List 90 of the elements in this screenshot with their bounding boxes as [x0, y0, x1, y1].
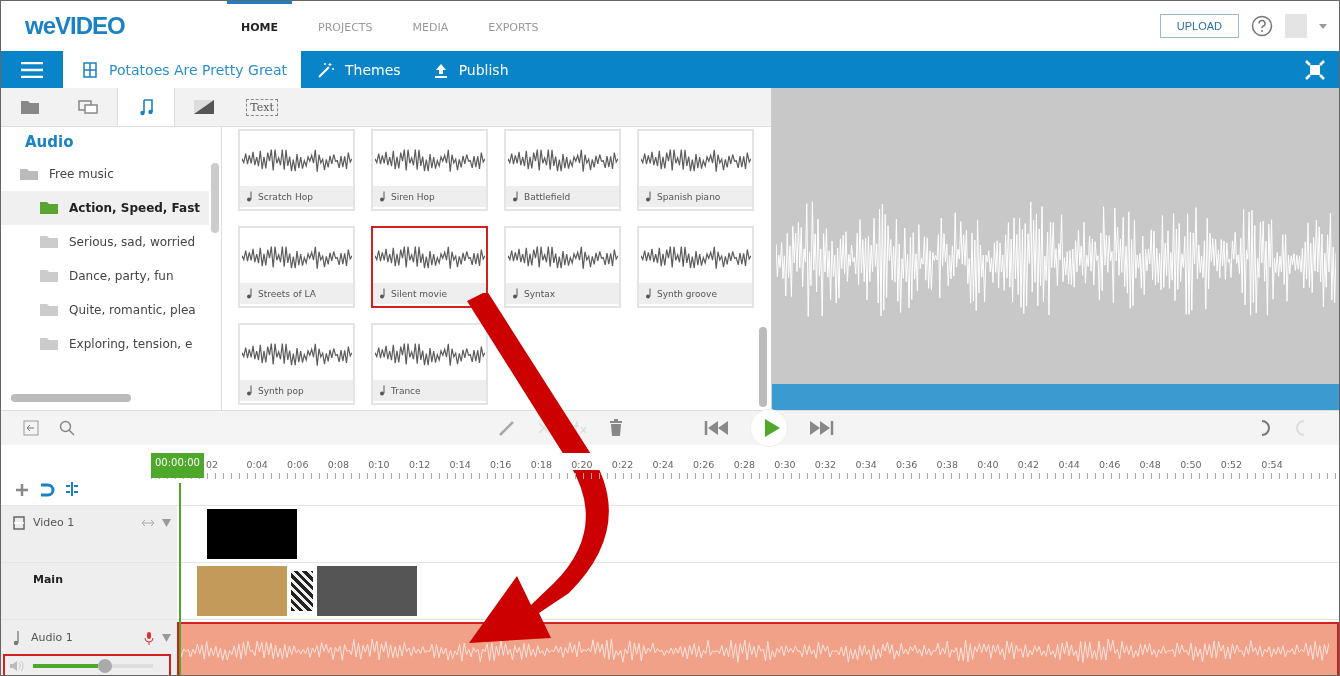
speaker-icon[interactable] — [9, 660, 25, 672]
tree-item[interactable]: Dance, party, fun — [1, 259, 209, 293]
track-title: Silent movie — [373, 283, 486, 304]
volume-fill — [33, 664, 98, 668]
music-card[interactable]: Silent movie — [371, 226, 488, 308]
transition-icon — [193, 99, 215, 115]
caret-icon[interactable] — [162, 634, 171, 642]
split-icon[interactable] — [65, 481, 79, 497]
publish-button[interactable]: Publish — [416, 61, 525, 78]
music-note-icon — [246, 191, 253, 202]
media-tab[interactable] — [117, 88, 175, 126]
music-card[interactable]: Streets of LA — [238, 226, 355, 308]
magnet-icon[interactable] — [39, 483, 55, 497]
windows-icon — [78, 99, 98, 115]
track-title: Spanish piano — [639, 186, 752, 207]
magic-wand-icon — [317, 61, 336, 78]
skip-back-icon[interactable] — [704, 420, 730, 436]
image-clip[interactable] — [197, 566, 287, 616]
move-icon[interactable] — [142, 519, 154, 527]
track-title: Scratch Hop — [240, 186, 353, 207]
music-card[interactable]: Scratch Hop — [238, 129, 355, 211]
track-name: Video 1 — [33, 516, 75, 530]
pencil-icon[interactable] — [498, 419, 516, 437]
project-title-tab[interactable]: Potatoes Are Pretty Great — [63, 51, 302, 88]
music-note-icon — [139, 98, 153, 116]
tick-label: 0:18 — [530, 453, 572, 470]
tree-item[interactable]: Action, Speed, Fast — [1, 191, 209, 225]
tree-item[interactable]: Quite, romantic, plea — [1, 293, 209, 327]
music-note-icon — [379, 288, 386, 299]
folder-icon — [39, 337, 59, 351]
themes-button[interactable]: Themes — [301, 61, 417, 78]
music-card[interactable]: Siren Hop — [371, 129, 488, 211]
menu-icon — [21, 61, 43, 78]
music-note-icon — [512, 288, 519, 299]
music-card[interactable]: Trance — [371, 323, 488, 405]
caret-icon[interactable] — [162, 519, 171, 527]
scissors-icon[interactable] — [536, 420, 552, 436]
music-note-icon — [645, 191, 652, 202]
microphone-icon[interactable] — [144, 631, 154, 645]
track-title: Syntax — [506, 283, 619, 304]
audio-clip[interactable] — [179, 624, 1337, 675]
collapse-icon[interactable] — [23, 420, 39, 436]
music-note-icon — [246, 288, 253, 299]
title-clip[interactable] — [207, 509, 297, 559]
music-card[interactable]: Synth pop — [238, 323, 355, 405]
folder-icon — [20, 99, 40, 115]
tree-item[interactable]: Exploring, tension, e — [1, 327, 209, 361]
logo[interactable]: weVIDEO — [25, 12, 215, 40]
folder-icon — [39, 235, 59, 249]
track-name: Audio 1 — [31, 631, 73, 645]
folder-icon — [39, 303, 59, 317]
panel-heading: Audio — [24, 132, 75, 153]
music-note-icon — [246, 385, 253, 396]
music-note-icon — [379, 191, 386, 202]
track-name: Main — [33, 573, 63, 588]
music-note-icon — [379, 385, 386, 396]
upload-button[interactable]: UPLOAD — [1159, 14, 1239, 38]
music-note-icon — [645, 288, 652, 299]
add-icon[interactable] — [15, 483, 29, 497]
track-title: Siren Hop — [373, 186, 486, 207]
skip-forward-icon[interactable] — [808, 420, 834, 436]
folder-icon — [19, 167, 39, 181]
music-card[interactable]: Spanish piano — [637, 129, 754, 211]
music-note-icon — [512, 191, 519, 202]
fullscreen-icon[interactable] — [1305, 59, 1325, 80]
tree-item[interactable]: Free music — [1, 157, 221, 191]
track-title: Synth pop — [240, 380, 353, 401]
search-icon[interactable] — [59, 420, 75, 436]
play-button[interactable] — [750, 409, 788, 447]
folder-icon — [39, 269, 59, 283]
track-title: Trance — [373, 380, 486, 401]
text-tab[interactable]: Text — [233, 88, 291, 126]
scrollbar[interactable] — [11, 394, 131, 402]
play-icon — [763, 418, 781, 438]
music-card[interactable]: Syntax — [504, 226, 621, 308]
tree-item[interactable]: Serious, sad, worried — [1, 225, 209, 259]
trash-icon[interactable] — [608, 419, 624, 437]
help-icon[interactable] — [1251, 15, 1273, 37]
volume-handle[interactable] — [98, 659, 112, 673]
music-card[interactable]: Battlefield — [504, 129, 621, 211]
fx-icon[interactable] — [572, 420, 588, 436]
caret-icon[interactable] — [1319, 23, 1327, 29]
track-title: Battlefield — [506, 186, 619, 207]
track-title: Synth groove — [639, 283, 752, 304]
qr-clip[interactable] — [291, 571, 313, 611]
music-card[interactable]: Synth groove — [637, 226, 754, 308]
folder-icon — [39, 201, 59, 215]
scrollbar[interactable] — [759, 327, 767, 407]
track-title: Streets of LA — [240, 283, 353, 304]
scrollbar[interactable] — [211, 163, 219, 233]
